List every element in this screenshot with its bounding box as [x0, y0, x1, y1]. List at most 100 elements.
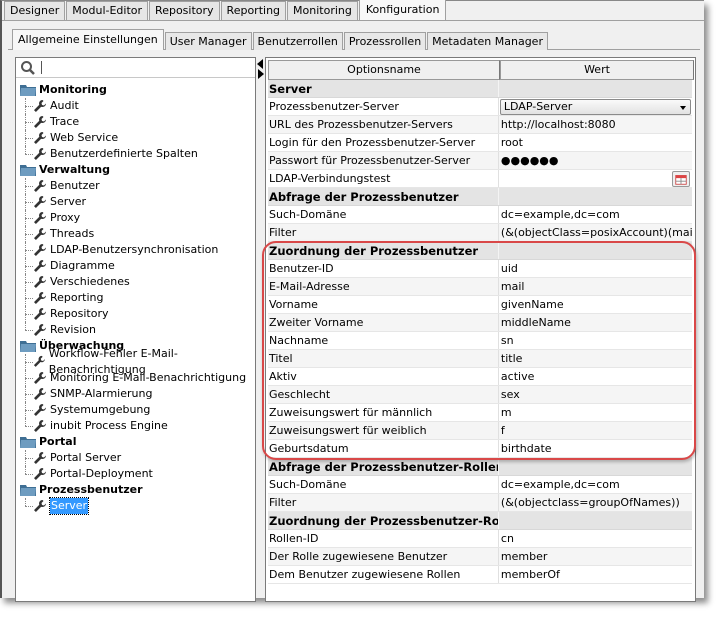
subtab-allgemeine-einstellungen[interactable]: Allgemeine Einstellungen	[12, 29, 164, 50]
tree-item-verschiedenes[interactable]: Verschiedenes	[20, 274, 255, 290]
tab-modul-editor[interactable]: Modul-Editor	[66, 1, 149, 20]
option-row-login-fuer-den-prozessbenutzer-server[interactable]: Login für den Prozessbenutzer-Server root	[268, 134, 692, 152]
option-value[interactable]: givenName	[499, 296, 692, 313]
tree-category-monitoring[interactable]: Monitoring	[20, 82, 255, 98]
option-row-such-domaene[interactable]: Such-Domäne dc=example,dc=com	[268, 206, 692, 224]
option-row-der-rolle-zugewiesene-benutzer[interactable]: Der Rolle zugewiesene Benutzer member	[268, 548, 692, 566]
tree-item-threads[interactable]: Threads	[20, 226, 255, 242]
option-value[interactable]: m	[499, 404, 692, 421]
option-value[interactable]: memberOf	[499, 566, 692, 583]
tree-item-snmp-alarmierung[interactable]: SNMP-Alarmierung	[20, 386, 255, 402]
option-row-aktiv[interactable]: Aktiv active	[268, 368, 692, 386]
option-row-rollen-id[interactable]: Rollen-ID cn	[268, 530, 692, 548]
server-type-dropdown[interactable]: LDAP-Server	[499, 99, 691, 115]
chevron-down-icon[interactable]	[679, 106, 686, 110]
option-row-filter[interactable]: Filter (&(objectclass=groupOfNames))	[268, 494, 692, 512]
option-value[interactable]: ●●●●●●	[499, 152, 692, 169]
option-value[interactable]	[499, 170, 692, 187]
option-row-titel[interactable]: Titel title	[268, 350, 692, 368]
option-value[interactable]: member	[499, 548, 692, 565]
panel-splitter[interactable]	[256, 57, 265, 602]
option-row-filter[interactable]: Filter(&(objectClass=posixAccount)(mail=…	[268, 224, 692, 242]
option-row-url-des-prozessbenutzer-servers[interactable]: URL des Prozessbenutzer-Servers http://lo…	[268, 116, 692, 134]
option-row-prozessbenutzer-server[interactable]: Prozessbenutzer-Server LDAP-Server	[268, 98, 692, 116]
option-row-nachname[interactable]: Nachname sn	[268, 332, 692, 350]
option-value[interactable]: dc=example,dc=com	[499, 476, 692, 493]
option-value[interactable]: (&(objectClass=posixAccount)(mail=*))	[499, 224, 692, 241]
option-row-geburtsdatum[interactable]: Geburtsdatum birthdate	[268, 440, 692, 458]
option-value[interactable]: f	[499, 422, 692, 439]
option-value[interactable]: mail	[499, 278, 692, 295]
tree-item-inubit-process-engine[interactable]: inubit Process Engine	[20, 418, 255, 434]
option-row-ldap-verbindungstest[interactable]: LDAP-Verbindungstest	[268, 170, 692, 188]
option-value[interactable]: http://localhost:8080	[499, 116, 692, 133]
tree-item-ldap-benutzersynchronisation[interactable]: LDAP-Benutzersynchronisation	[20, 242, 255, 258]
option-value	[499, 458, 692, 475]
option-value[interactable]: root	[499, 134, 692, 151]
tree-category-label: Verwaltung	[39, 163, 110, 176]
tree-item-audit[interactable]: Audit	[20, 98, 255, 114]
option-row-benutzer-id[interactable]: Benutzer-ID uid	[268, 260, 692, 278]
option-row-passwort-fuer-prozessbenutzer-server[interactable]: Passwort für Prozessbenutzer-Server ●●●●●…	[268, 152, 692, 170]
connection-test-button[interactable]	[672, 171, 690, 187]
subtab-user-manager[interactable]: User Manager	[164, 32, 252, 50]
tree-item-proxy[interactable]: Proxy	[20, 210, 255, 226]
option-value[interactable]: (&(objectclass=groupOfNames))	[499, 494, 692, 511]
tree-item-revision[interactable]: Revision	[20, 322, 255, 338]
option-value[interactable]: cn	[499, 530, 692, 547]
option-row-zuweisungswert-fuer-weiblich[interactable]: Zuweisungswert für weiblich f	[268, 422, 692, 440]
tree-item-web-service[interactable]: Web Service	[20, 130, 255, 146]
option-value[interactable]: active	[499, 368, 692, 385]
tree-item-monitoring-e-mail-benachrichtigung[interactable]: Monitoring E-Mail-Benachrichtigung	[20, 370, 255, 386]
tree-item-systemumgebung[interactable]: Systemumgebung	[20, 402, 255, 418]
tab-monitoring[interactable]: Monitoring	[287, 1, 358, 20]
tree-search-bar[interactable]	[16, 58, 255, 78]
option-value[interactable]: sex	[499, 386, 692, 403]
tree-item-workflow-fehler-e-mail-benachrichtigung[interactable]: Workflow-Fehler E-Mail-Benachrichtigung	[20, 347, 255, 376]
tree-item-benutzerdefinierte-spalten[interactable]: Benutzerdefinierte Spalten	[20, 146, 255, 162]
option-value[interactable]: dc=example,dc=com	[499, 206, 692, 223]
tree-item-benutzer[interactable]: Benutzer	[20, 178, 255, 194]
tree-category-verwaltung[interactable]: Verwaltung	[20, 162, 255, 178]
option-row-e-mail-adresse[interactable]: E-Mail-Adresse mail	[268, 278, 692, 296]
option-value[interactable]: birthdate	[499, 440, 692, 457]
option-row-vorname[interactable]: Vorname givenName	[268, 296, 692, 314]
tab-repository[interactable]: Repository	[149, 1, 220, 20]
option-row-dem-benutzer-zugewiesene-rollen[interactable]: Dem Benutzer zugewiesene Rollen memberOf	[268, 566, 692, 584]
tree-item-portal-deployment[interactable]: Portal-Deployment	[20, 466, 255, 482]
collapse-left-arrow-icon[interactable]	[257, 59, 263, 69]
option-value[interactable]: LDAP-Server	[499, 98, 692, 115]
subtab-prozessrollen[interactable]: Prozessrollen	[343, 32, 427, 50]
tree-item-reporting[interactable]: Reporting	[20, 290, 255, 306]
option-name: Filter	[268, 224, 499, 241]
column-header-value[interactable]: Wert	[500, 60, 694, 80]
option-value[interactable]: middleName	[499, 314, 692, 331]
option-row-zweiter-vorname[interactable]: Zweiter Vorname middleName	[268, 314, 692, 332]
tree-item-server[interactable]: Server	[20, 497, 255, 515]
option-value	[499, 188, 692, 205]
column-header-option-name[interactable]: Optionsname	[268, 60, 500, 80]
tab-designer[interactable]: Designer	[4, 1, 66, 20]
option-value[interactable]: uid	[499, 260, 692, 277]
subtab-metadaten-manager[interactable]: Metadaten Manager	[427, 32, 548, 50]
tree-item-trace[interactable]: Trace	[20, 114, 255, 130]
tree-item-repository[interactable]: Repository	[20, 306, 255, 322]
option-name: URL des Prozessbenutzer-Servers	[268, 116, 499, 133]
subtab-benutzerrollen[interactable]: Benutzerrollen	[252, 32, 343, 50]
option-value[interactable]: sn	[499, 332, 692, 349]
option-value[interactable]: title	[499, 350, 692, 367]
tree-item-portal-server[interactable]: Portal Server	[20, 450, 255, 466]
tree-category-portal[interactable]: Portal	[20, 434, 255, 450]
option-row-geschlecht[interactable]: Geschlecht sex	[268, 386, 692, 404]
main-tab-bar: Designer Modul-Editor Repository Reporting M…	[4, 0, 447, 21]
collapse-right-arrow-icon[interactable]	[258, 69, 264, 79]
tree-branch-line	[25, 242, 33, 258]
tree-category-prozessbenutzer[interactable]: Prozessbenutzer	[20, 482, 255, 498]
option-row-zuweisungswert-fuer-maennlich[interactable]: Zuweisungswert für männlich m	[268, 404, 692, 422]
tab-konfiguration[interactable]: Konfiguration	[358, 0, 447, 20]
tab-reporting[interactable]: Reporting	[220, 1, 287, 20]
tree-item-diagramme[interactable]: Diagramme	[20, 258, 255, 274]
search-input-caret[interactable]	[41, 61, 42, 74]
tree-item-server[interactable]: Server	[20, 194, 255, 210]
option-row-such-domaene[interactable]: Such-Domäne dc=example,dc=com	[268, 476, 692, 494]
